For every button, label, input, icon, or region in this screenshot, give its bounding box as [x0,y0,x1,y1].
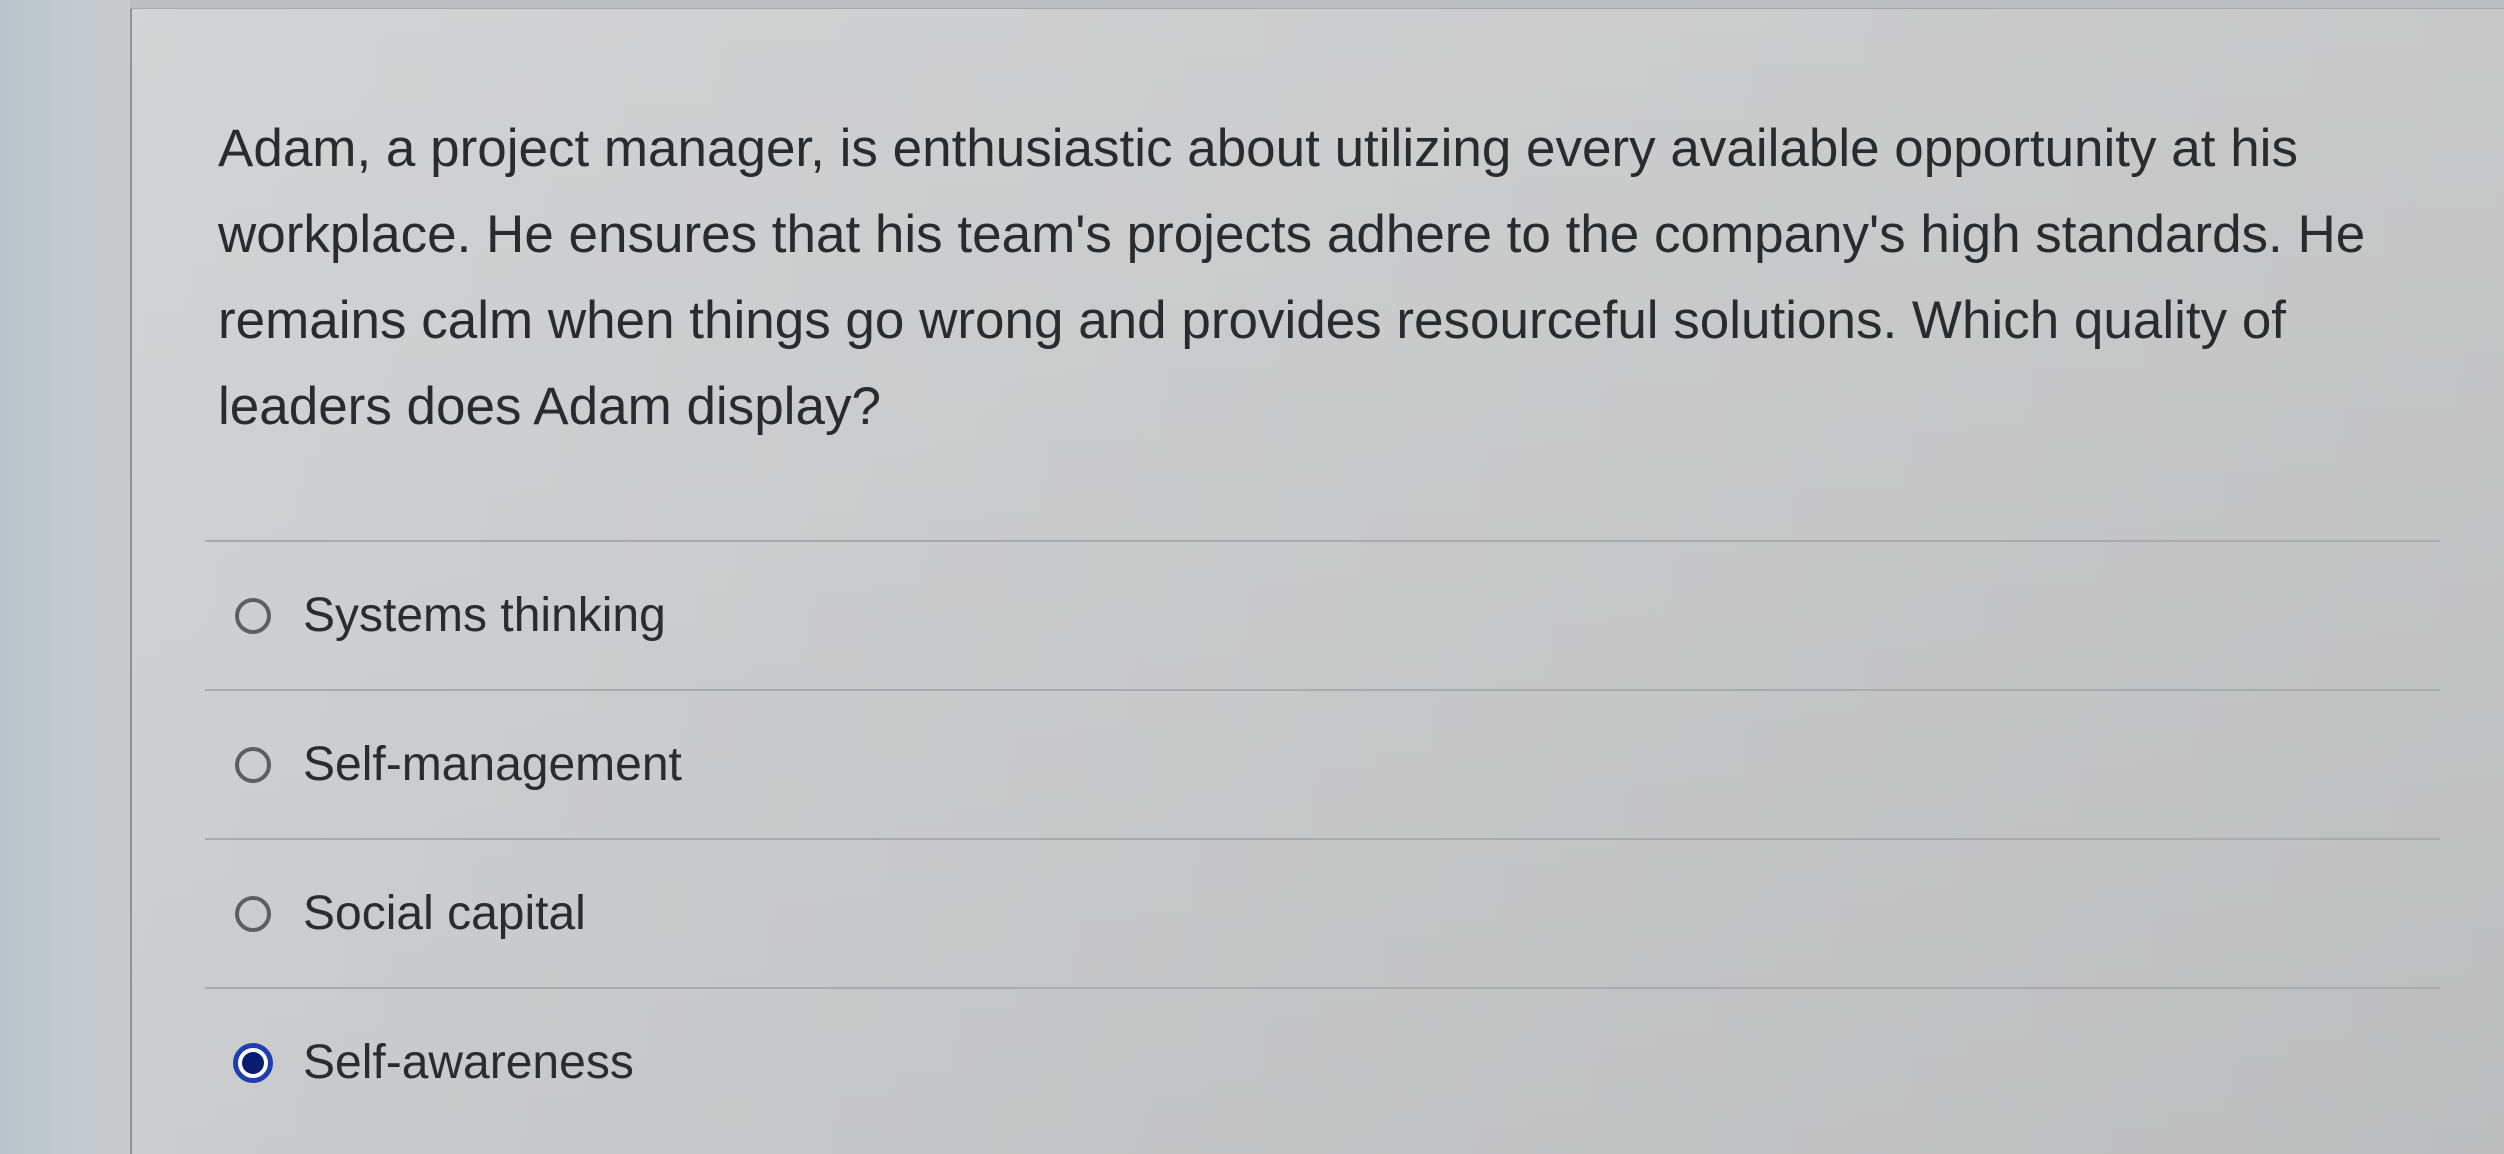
option-self-management[interactable]: Self-management [205,691,2440,838]
screen-bezel [0,0,132,1154]
option-label: Self-management [303,738,682,791]
option-systems-thinking[interactable]: Systems thinking [205,542,2440,689]
option-label: Social capital [303,887,586,940]
question-text: Adam, a project manager, is enthusiastic… [218,119,2366,436]
option-label: Systems thinking [303,589,666,642]
radio-button-unselected[interactable] [235,597,271,634]
option-self-awareness[interactable]: Self-awareness [205,989,2440,1136]
radio-button-selected[interactable] [233,1042,273,1083]
radio-button-unselected[interactable] [235,895,271,932]
answer-options: Systems thinking Self-management Social … [205,540,2440,1136]
window-top-edge [130,0,2504,9]
option-social-capital[interactable]: Social capital [205,840,2440,987]
radio-button-unselected[interactable] [235,746,271,783]
radio-dot-icon [242,1051,264,1074]
option-label: Self-awareness [303,1036,634,1089]
